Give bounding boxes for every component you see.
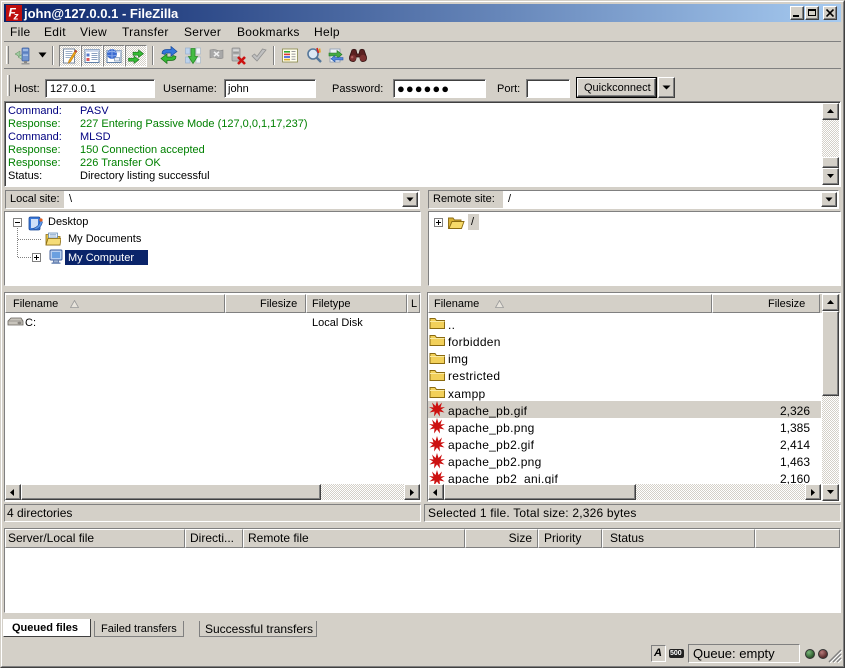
- svg-text:z: z: [13, 12, 19, 22]
